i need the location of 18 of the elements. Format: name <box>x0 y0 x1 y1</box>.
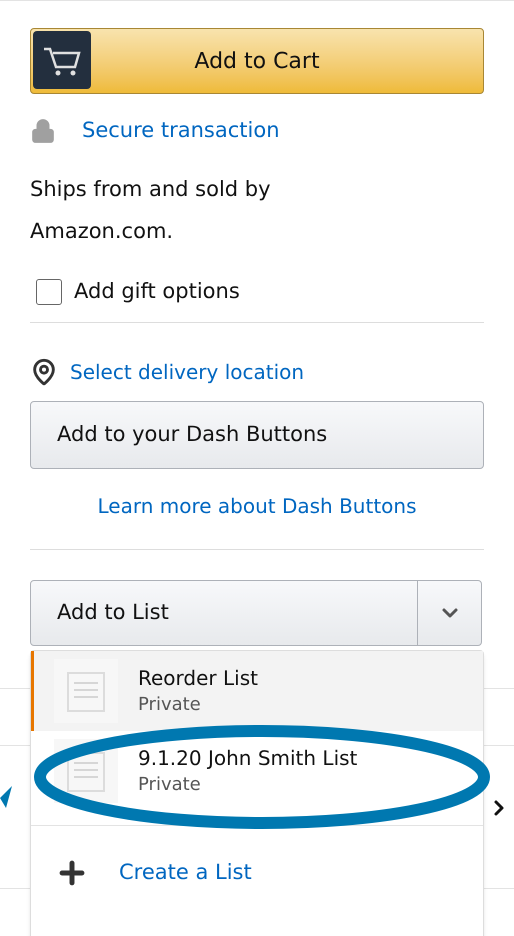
secure-transaction-link[interactable]: Secure transaction <box>82 115 280 147</box>
ships-from-text: Ships from and sold by Amazon.com. <box>30 176 272 245</box>
lock-icon <box>30 118 56 144</box>
gift-options-checkbox[interactable] <box>36 278 62 305</box>
list-name: 9.1.20 John Smith List <box>138 744 358 772</box>
list-privacy: Private <box>138 772 202 796</box>
annotation-arrow <box>0 786 12 808</box>
list-privacy: Private <box>138 692 202 716</box>
dash-buttons-button[interactable]: Add to your Dash Buttons <box>30 400 484 468</box>
create-list-link[interactable]: Create a List <box>119 856 252 888</box>
list-option[interactable]: Reorder List Private <box>31 650 483 730</box>
dash-learn-more-link[interactable]: Learn more about Dash Buttons <box>97 490 416 520</box>
add-to-cart-button[interactable]: Add to Cart <box>30 28 484 94</box>
cart-icon <box>33 31 91 89</box>
location-pin-icon <box>30 358 58 386</box>
gift-options-label: Add gift options <box>74 278 240 305</box>
delivery-location-link[interactable]: Select delivery location <box>70 356 304 386</box>
list-name: Reorder List <box>138 664 258 692</box>
